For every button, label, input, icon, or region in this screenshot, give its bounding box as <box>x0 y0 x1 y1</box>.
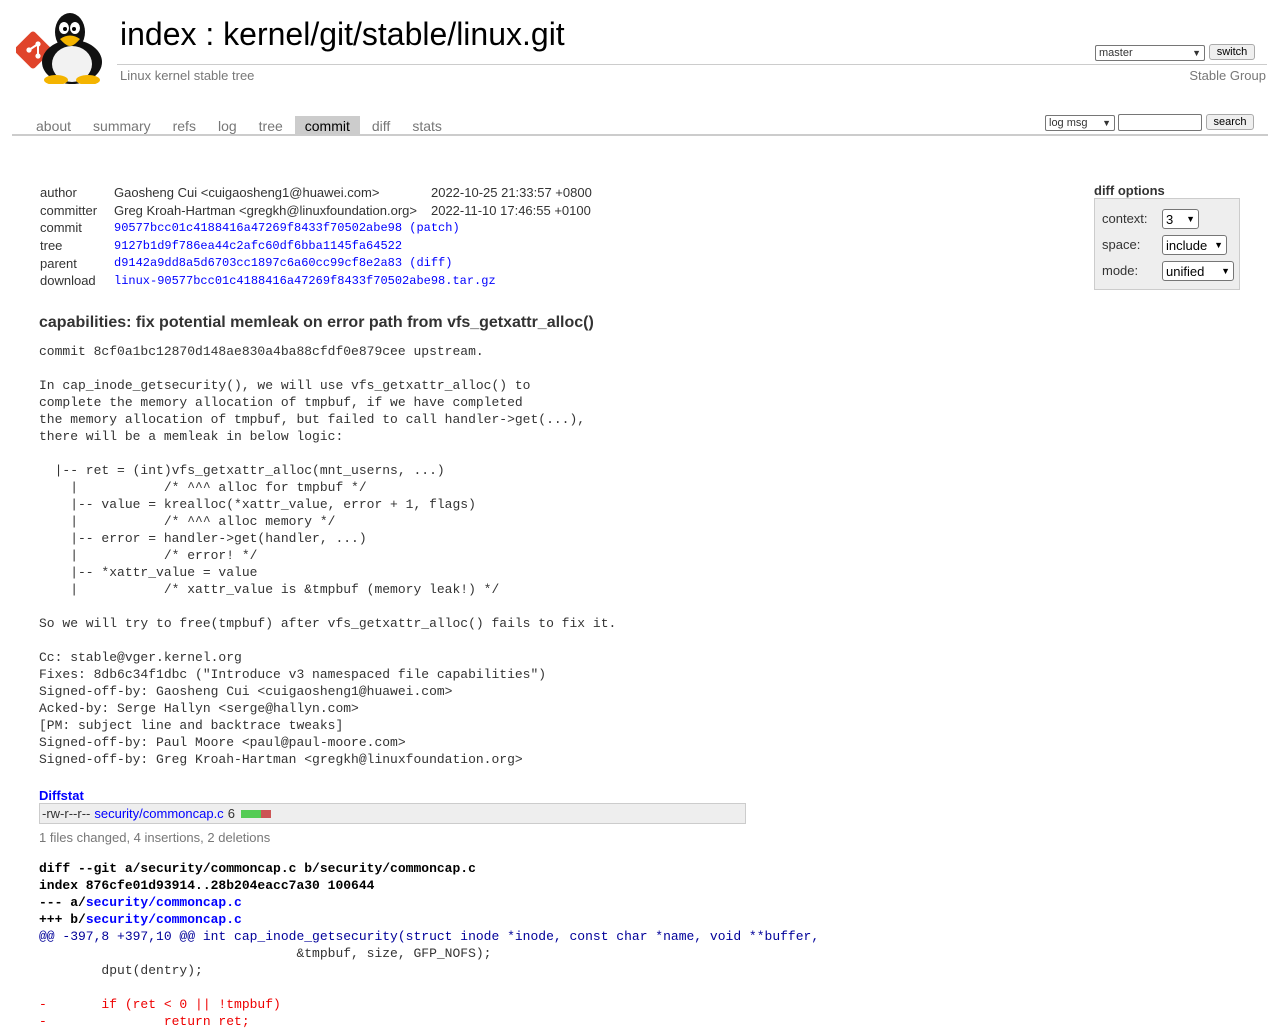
diff-options-panel: context: 3 ▼ space: include ▼ mode: unif… <box>1094 198 1240 290</box>
diffstat-summary: 1 files changed, 4 insertions, 2 deletio… <box>39 830 271 845</box>
diff-index-line: index 876cfe01d93914..28b204eacc7a30 100… <box>39 878 375 893</box>
tab-log[interactable]: log <box>208 116 247 136</box>
committer-value: Greg Kroah-Hartman <gregkh@linuxfoundati… <box>114 202 417 218</box>
search-mode-value: log msg <box>1049 117 1088 129</box>
tab-stats[interactable]: stats <box>402 116 452 136</box>
mode-value: unified <box>1166 263 1205 279</box>
committer-date: 2022-11-10 17:46:55 +0100 <box>430 202 591 218</box>
search-input[interactable] <box>1118 114 1202 131</box>
minus-prefix: --- a/ <box>39 895 86 910</box>
branch-select-value: master <box>1099 47 1133 59</box>
diff-minus-header: --- a/security/commoncap.c <box>39 895 242 910</box>
context-value: 3 <box>1166 211 1174 227</box>
tabs-divider <box>12 134 1268 136</box>
mode-select[interactable]: unified ▼ <box>1162 261 1234 281</box>
space-value: include <box>1166 237 1208 253</box>
patch-link[interactable]: (patch) <box>409 221 459 235</box>
tab-diff[interactable]: diff <box>362 116 400 136</box>
parent-row: parent d9142a9dd8a5d6703cc1897c6a60cc99c… <box>40 254 592 272</box>
space-select[interactable]: include ▼ <box>1162 235 1227 255</box>
deletions-bar <box>260 809 271 818</box>
insertions-bar <box>240 809 261 818</box>
tab-commit[interactable]: commit <box>294 116 360 136</box>
diff-context-line <box>39 980 47 995</box>
diffstat-bar <box>240 809 271 818</box>
tree-label: tree <box>40 238 63 254</box>
tab-tree[interactable]: tree <box>249 116 293 136</box>
hunk-header: @@ -397,8 +397,10 @@ int cap_inode_getse… <box>39 929 820 944</box>
context-select[interactable]: 3 ▼ <box>1162 209 1199 229</box>
search-mode-select[interactable]: log msg ▼ <box>1045 115 1115 131</box>
author-date: 2022-10-25 21:33:57 +0800 <box>430 185 592 201</box>
cgit-logo[interactable] <box>14 12 108 85</box>
commit-info-table: author Gaosheng Cui <cuigaosheng1@huawei… <box>40 184 592 290</box>
diff-link[interactable]: (diff) <box>409 256 452 270</box>
committer-label: committer <box>40 202 98 218</box>
chevron-down-icon: ▼ <box>1221 266 1230 276</box>
chevron-down-icon: ▼ <box>1192 48 1201 58</box>
plus-file-link[interactable]: security/commoncap.c <box>86 912 242 927</box>
title-separator: : <box>196 16 224 52</box>
search-button[interactable]: search <box>1206 114 1254 130</box>
mode-label: mode: <box>1102 263 1139 278</box>
diffstat-link[interactable]: Diffstat <box>39 788 84 803</box>
chevron-down-icon: ▼ <box>1102 118 1111 128</box>
diffstat-table: -rw-r--r-- security/commoncap.c 6 <box>39 803 746 824</box>
parent-hash-cell: d9142a9dd8a5d6703cc1897c6a60cc99cf8e2a83… <box>114 254 592 272</box>
author-value: Gaosheng Cui <cuigaosheng1@huawei.com> <box>114 185 380 201</box>
plus-prefix: +++ b/ <box>39 912 86 927</box>
tree-row: tree 9127b1d9f786ea44c2afc60df6bba1145fa… <box>40 237 592 255</box>
repo-owner: Stable Group <box>1189 68 1266 83</box>
branch-select[interactable]: master ▼ <box>1095 45 1205 61</box>
repo-description: Linux kernel stable tree <box>120 68 255 83</box>
parent-label: parent <box>40 255 77 271</box>
diff-options-title: diff options <box>1094 183 1165 198</box>
diff-git-line: diff --git a/security/commoncap.c b/secu… <box>39 861 476 876</box>
tab-about[interactable]: about <box>26 116 81 136</box>
tab-refs[interactable]: refs <box>163 116 206 136</box>
file-mode: -rw-r--r-- <box>42 806 91 821</box>
tree-hash-cell: 9127b1d9f786ea44c2afc60df6bba1145fa64522 <box>114 237 592 255</box>
repo-title: index : kernel/git/stable/linux.git <box>120 16 565 53</box>
diff-context-line: dput(dentry); <box>39 963 203 978</box>
repo-path-link[interactable]: kernel/git/stable/linux.git <box>223 16 565 52</box>
diff-deleted-line: - if (ret < 0 || !tmpbuf) <box>39 997 281 1012</box>
parent-hash-link[interactable]: d9142a9dd8a5d6703cc1897c6a60cc99cf8e2a83 <box>114 256 402 270</box>
diff-context-line: &tmpbuf, size, GFP_NOFS); <box>39 946 492 961</box>
diff-lines: &tmpbuf, size, GFP_NOFS); dput(dentry); … <box>39 946 491 1029</box>
commit-subject: capabilities: fix potential memleak on e… <box>39 314 594 331</box>
index-link[interactable]: index <box>120 16 197 52</box>
diff-deleted-line: - return ret; <box>39 1014 250 1029</box>
commit-hash-link[interactable]: 90577bcc01c4188416a47269f8433f70502abe98 <box>114 221 402 235</box>
commit-row: commit 90577bcc01c4188416a47269f8433f705… <box>40 219 592 237</box>
diff-view: diff --git a/security/commoncap.c b/secu… <box>39 860 819 1030</box>
download-cell: linux-90577bcc01c4188416a47269f8433f7050… <box>114 272 592 290</box>
tab-summary[interactable]: summary <box>83 116 161 136</box>
diff-plus-header: +++ b/security/commoncap.c <box>39 912 242 927</box>
author-label: author <box>40 185 77 201</box>
tux-git-logo-icon <box>14 13 102 85</box>
header-divider <box>117 64 1267 65</box>
minus-file-link[interactable]: security/commoncap.c <box>86 895 242 910</box>
diffstat-file-link[interactable]: security/commoncap.c <box>94 806 223 821</box>
nav-tabs: about summary refs log tree commit diff stats <box>26 116 454 136</box>
chevron-down-icon: ▼ <box>1214 240 1223 250</box>
switch-button[interactable]: switch <box>1209 44 1255 60</box>
commit-label: commit <box>40 220 82 236</box>
tree-hash-link[interactable]: 9127b1d9f786ea44c2afc60df6bba1145fa64522 <box>114 239 402 253</box>
space-label: space: <box>1102 237 1141 252</box>
download-row: download linux-90577bcc01c4188416a47269f… <box>40 272 592 290</box>
commit-hash-cell: 90577bcc01c4188416a47269f8433f70502abe98… <box>114 219 592 237</box>
download-label: download <box>40 273 96 289</box>
diffstat-changes: 6 <box>227 806 235 821</box>
committer-row: committer Greg Kroah-Hartman <gregkh@lin… <box>40 202 592 220</box>
context-label: context: <box>1102 211 1148 226</box>
commit-message: commit 8cf0a1bc12870d148ae830a4ba88cfdf0… <box>39 344 617 767</box>
author-row: author Gaosheng Cui <cuigaosheng1@huawei… <box>40 184 592 202</box>
chevron-down-icon: ▼ <box>1186 214 1195 224</box>
download-link[interactable]: linux-90577bcc01c4188416a47269f8433f7050… <box>114 274 496 288</box>
